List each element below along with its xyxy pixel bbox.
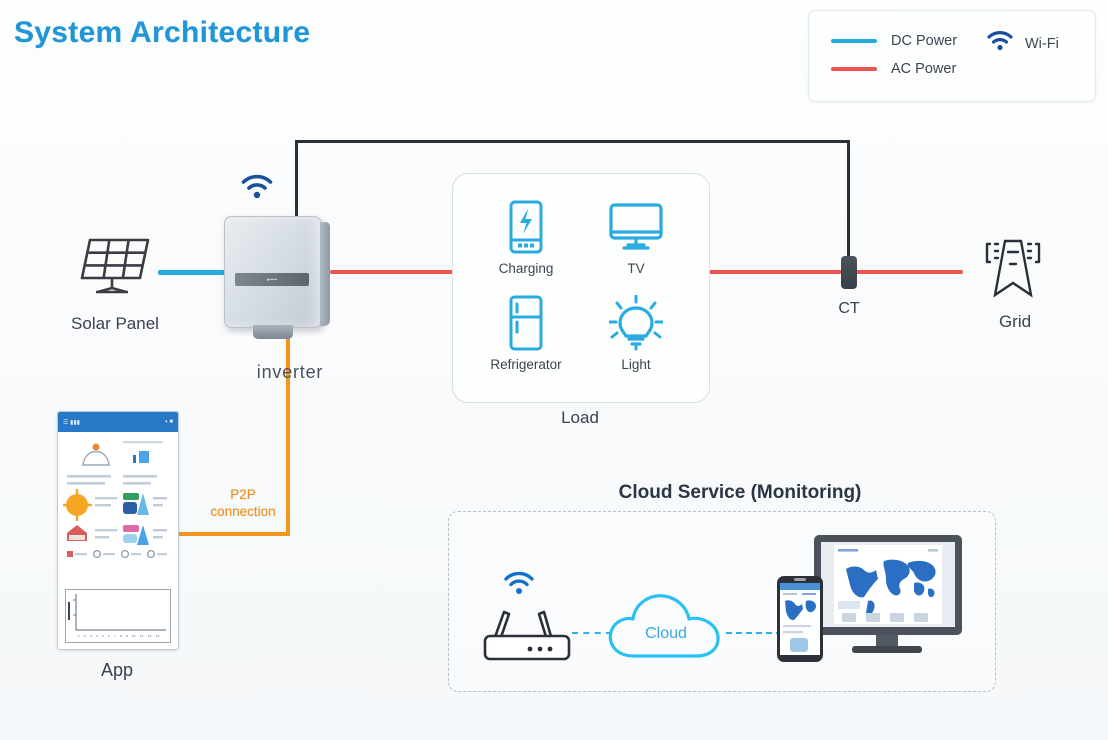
page-title: System Architecture	[14, 16, 311, 49]
load-item-light: Light	[581, 292, 691, 372]
app-chart-panel: 123 456 789 10 11 12 13	[65, 589, 171, 643]
transmission-tower-icon	[978, 238, 1048, 309]
svg-text:5: 5	[102, 634, 104, 638]
app-status-left: ☰ ▮▮▮	[63, 419, 80, 426]
signal-wire-horizontal	[295, 140, 849, 143]
phone-app-icon[interactable]: ☰ ▮▮▮ ◑ ■ 1 2 3 4 5 6 7 8 9 10 11 12 13	[57, 411, 179, 650]
ac-wire-inverter-to-load	[330, 270, 454, 274]
load-item-refrigerator: Refrigerator	[471, 292, 581, 372]
svg-text:9: 9	[126, 634, 128, 638]
legend-item-wifi: Wi-Fi	[987, 31, 1059, 56]
load-label-refrigerator: Refrigerator	[490, 357, 562, 372]
p2p-label-line1: P2P	[230, 487, 256, 502]
signal-wire-vertical-inverter	[295, 140, 298, 220]
app-dashboard-graphics	[61, 441, 167, 559]
signal-wire-vertical-ct	[847, 140, 850, 258]
diagram-canvas: System Architecture DC Power AC Power Wi…	[0, 0, 1108, 740]
inverter-side-panel	[320, 221, 330, 327]
dc-power-line-swatch	[831, 39, 877, 43]
p2p-connection-label: P2P connection	[188, 487, 298, 521]
wifi-icon	[987, 31, 1013, 56]
svg-text:8: 8	[120, 634, 122, 638]
light-bulb-icon	[581, 292, 691, 354]
app-status-bar: ☰ ▮▮▮ ◑ ■	[58, 412, 178, 432]
ct-sensor-icon	[841, 256, 857, 289]
smartphone-dashboard-icon	[776, 575, 824, 668]
load-label-charging: Charging	[498, 261, 554, 276]
cloud-service-title: Cloud Service (Monitoring)	[618, 482, 862, 503]
tv-icon	[581, 196, 691, 258]
inverter-icon: ●━━	[224, 216, 330, 339]
legend-label-wifi: Wi-Fi	[1025, 35, 1059, 52]
phone-charging-icon	[471, 196, 581, 258]
inverter-label: inverter	[256, 362, 324, 382]
cloud-to-devices-link	[726, 632, 782, 634]
ac-wire-load-to-ct	[706, 270, 846, 274]
svg-text:11: 11	[140, 634, 143, 638]
router-wifi-icon	[504, 571, 534, 601]
solar-panel-label: Solar Panel	[71, 314, 159, 333]
dc-power-wire	[158, 270, 230, 275]
svg-text:7: 7	[114, 634, 116, 638]
refrigerator-icon	[471, 292, 581, 354]
load-item-tv: TV	[581, 196, 691, 276]
ac-wire-ct-to-grid	[855, 270, 963, 274]
monitor-dashboard-icon	[812, 533, 964, 662]
cloud-label: Cloud	[645, 625, 687, 642]
svg-text:12: 12	[148, 634, 152, 638]
svg-text:10: 10	[132, 634, 136, 638]
grid-label: Grid	[998, 312, 1032, 331]
inverter-wifi-icon	[241, 174, 273, 205]
legend-label-dc-power: DC Power	[891, 33, 958, 49]
router-icon	[482, 606, 574, 667]
svg-text:4: 4	[96, 634, 98, 638]
load-label-tv: TV	[627, 261, 645, 276]
svg-text:3: 3	[90, 634, 92, 638]
app-label: App	[100, 660, 134, 680]
load-item-charging: Charging	[471, 196, 581, 276]
legend-label-ac-power: AC Power	[891, 61, 957, 77]
svg-text:1: 1	[78, 634, 80, 638]
svg-text:6: 6	[108, 634, 110, 638]
ac-power-line-swatch	[831, 67, 877, 71]
legend-item-ac-power: AC Power	[831, 61, 956, 77]
legend-panel: DC Power AC Power Wi-Fi	[808, 10, 1096, 102]
ct-label: CT	[838, 300, 860, 317]
load-box: Charging TV Refrigerator Light	[452, 173, 710, 403]
svg-text:2: 2	[84, 634, 86, 638]
inverter-brand-logo: ●━━	[266, 276, 278, 283]
svg-text:13: 13	[156, 634, 160, 638]
app-status-right: ◑ ■	[164, 419, 173, 425]
legend-item-dc-power: DC Power	[831, 33, 957, 49]
app-dashboard-area	[58, 432, 178, 570]
load-label-light: Light	[621, 357, 651, 372]
p2p-label-line2: connection	[210, 503, 276, 519]
load-box-label: Load	[561, 408, 599, 427]
inverter-connector-base	[253, 325, 293, 339]
solar-panel-icon	[78, 234, 152, 305]
inverter-display-strip: ●━━	[235, 273, 309, 286]
